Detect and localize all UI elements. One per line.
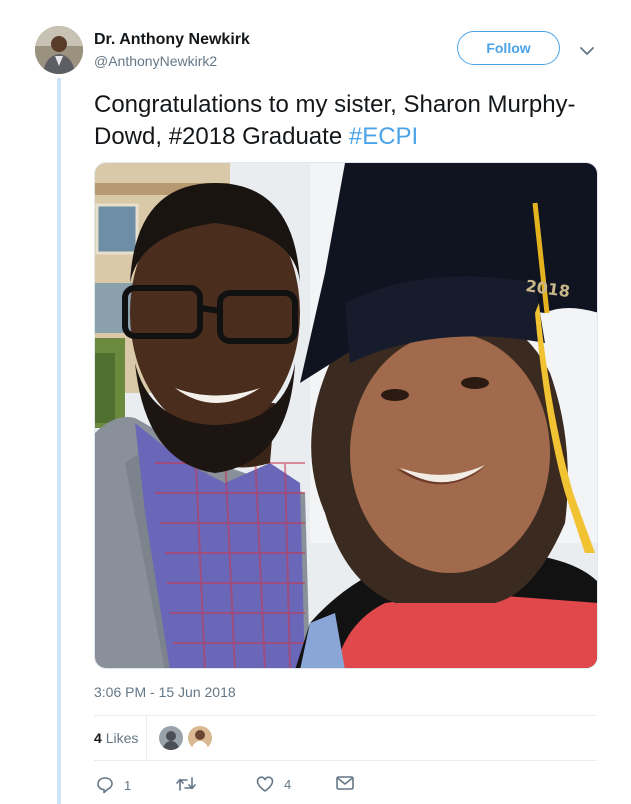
reply-icon xyxy=(97,777,113,794)
chevron-down-icon[interactable] xyxy=(579,44,595,56)
author-name[interactable]: Dr. Anthony Newkirk xyxy=(94,31,250,49)
reply-button[interactable]: 1 xyxy=(96,776,131,794)
heart-icon xyxy=(256,776,274,792)
direct-message-button[interactable] xyxy=(336,776,354,790)
tweet-photo[interactable]: 2018 xyxy=(94,162,598,669)
hashtag-link[interactable]: #ECPI xyxy=(349,123,418,150)
tweet-body: Congratulations to my sister, Sharon Mur… xyxy=(94,91,576,150)
retweet-button[interactable] xyxy=(176,776,206,792)
retweet-icon xyxy=(176,777,196,791)
liker-avatar[interactable] xyxy=(159,726,183,750)
thread-line xyxy=(57,78,61,804)
likes-count: 4 xyxy=(94,730,102,746)
likes-stat[interactable]: 4 Likes xyxy=(94,730,138,746)
stats-separator xyxy=(146,716,147,759)
graduation-selfie-photo: 2018 xyxy=(95,163,597,668)
likes-label: Likes xyxy=(105,730,139,746)
follow-button[interactable]: Follow xyxy=(457,31,560,65)
avatar-image xyxy=(35,26,83,74)
author-handle[interactable]: @AnthonyNewkirk2 xyxy=(94,53,217,69)
like-count: 4 xyxy=(284,776,292,792)
divider-bottom xyxy=(94,760,597,761)
reply-count: 1 xyxy=(124,777,132,793)
divider-top xyxy=(94,715,597,716)
envelope-icon xyxy=(336,776,354,790)
like-button[interactable]: 4 xyxy=(256,776,291,792)
author-avatar[interactable] xyxy=(35,26,83,74)
liker-avatar[interactable] xyxy=(188,726,212,750)
tweet-timestamp[interactable]: 3:06 PM - 15 Jun 2018 xyxy=(94,684,236,700)
tweet-text: Congratulations to my sister, Sharon Mur… xyxy=(94,89,594,153)
